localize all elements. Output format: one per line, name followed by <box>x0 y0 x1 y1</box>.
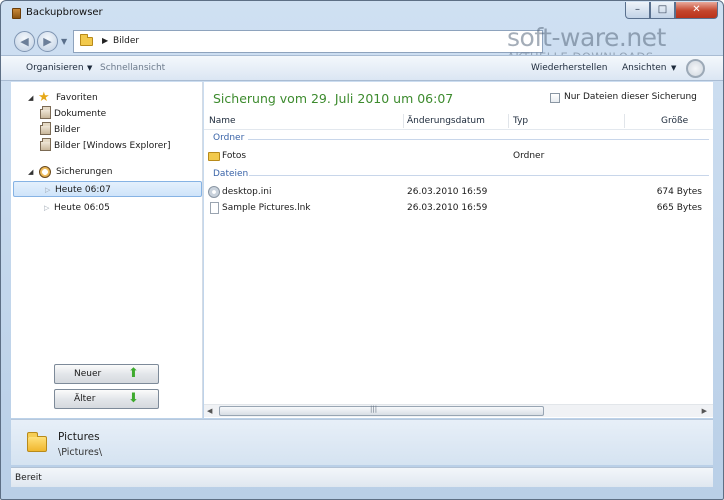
tree-item-pictures-explorer[interactable]: Bilder [Windows Explorer] <box>11 138 200 154</box>
tree-label: Sicherungen <box>56 167 113 177</box>
library-icon <box>40 138 51 151</box>
file-icon <box>210 202 219 214</box>
expand-icon[interactable]: ▷ <box>45 186 50 194</box>
tree-item-documents[interactable]: Dokumente <box>11 106 200 122</box>
cell-name: desktop.ini <box>222 187 272 197</box>
tree-backups[interactable]: ◢ Sicherungen <box>11 164 200 180</box>
command-toolbar: Organisieren ▼ Schnellansicht Wiederhers… <box>1 55 723 81</box>
button-label: Älter <box>74 394 96 404</box>
cell-name: Fotos <box>222 151 247 161</box>
details-pane: Pictures \Pictures\ <box>11 419 713 465</box>
minimize-button[interactable]: – <box>625 2 650 19</box>
arrow-down-icon: ⬇ <box>128 391 139 406</box>
organize-chevron-down-icon[interactable]: ▼ <box>87 64 92 72</box>
only-this-backup-checkbox[interactable] <box>550 93 560 103</box>
app-icon <box>12 8 21 19</box>
cell-size: 674 Bytes <box>656 187 702 197</box>
horizontal-scrollbar[interactable]: ◀ ||| ▶ <box>204 404 713 417</box>
column-header-modified[interactable]: Änderungsdatum <box>407 116 485 126</box>
content-pane: Sicherung vom 29. Juli 2010 um 06:07 Nur… <box>204 82 713 418</box>
button-label: Neuer <box>74 369 102 379</box>
breadcrumb-item[interactable]: Bilder <box>113 36 139 46</box>
cell-type: Ordner <box>513 151 545 161</box>
tree-label: Bilder [Windows Explorer] <box>54 141 171 151</box>
column-header-size[interactable]: Größe <box>661 116 688 126</box>
title-bar: Backupbrowser – □ ✕ <box>1 1 723 27</box>
cell-name: Sample Pictures.lnk <box>222 203 311 213</box>
collapse-icon[interactable]: ◢ <box>28 94 33 102</box>
backup-title: Sicherung vom 29. Juli 2010 um 06:07 <box>213 91 454 106</box>
arrow-up-icon: ⬆ <box>128 366 139 381</box>
library-icon <box>40 122 51 135</box>
settings-file-icon <box>208 186 220 198</box>
library-icon <box>40 106 51 119</box>
tree-label: Heute 06:07 <box>55 185 111 195</box>
group-divider <box>248 139 709 140</box>
grip-icon: ||| <box>370 405 378 413</box>
folder-icon <box>208 152 220 161</box>
star-icon: ★ <box>38 90 50 105</box>
cell-size: 665 Bytes <box>656 203 702 213</box>
group-header-folders[interactable]: Ordner <box>213 133 244 143</box>
newer-backup-button[interactable]: Neuer ⬆ <box>54 364 159 384</box>
help-icon[interactable] <box>686 59 705 78</box>
column-header-name[interactable]: Name <box>209 116 236 126</box>
tree-label: Favoriten <box>56 93 98 103</box>
address-bar[interactable]: ▶ Bilder <box>73 30 543 53</box>
tree-label: Bilder <box>54 125 81 135</box>
group-divider <box>249 175 709 176</box>
restore-button[interactable]: Wiederherstellen <box>531 63 607 73</box>
folder-icon <box>27 432 47 452</box>
app-window: Backupbrowser – □ ✕ ◀ ▶ ▼ ▶ Bilder soft-… <box>0 0 724 500</box>
column-header-row: Name Änderungsdatum Typ Größe <box>204 112 713 130</box>
cell-modified: 26.03.2010 16:59 <box>407 203 488 213</box>
details-path: \Pictures\ <box>58 447 103 458</box>
scrollbar-thumb[interactable]: ||| <box>219 405 544 416</box>
tree-favorites[interactable]: ◢ ★ Favoriten <box>11 90 200 106</box>
organize-menu[interactable]: Organisieren <box>26 63 84 73</box>
window-title: Backupbrowser <box>26 7 103 18</box>
address-row: ◀ ▶ ▼ ▶ Bilder <box>1 27 723 55</box>
group-header-files[interactable]: Dateien <box>213 169 248 179</box>
back-button[interactable]: ◀ <box>14 31 35 52</box>
scroll-right-icon[interactable]: ▶ <box>702 407 707 415</box>
details-name: Pictures <box>58 431 100 443</box>
tree-item-backup-0607[interactable]: ▷ Heute 06:07 <box>13 181 202 197</box>
window-controls: – □ ✕ <box>625 2 718 19</box>
tree-item-backup-0605[interactable]: ▷ Heute 06:05 <box>11 200 200 216</box>
column-divider[interactable] <box>508 114 509 128</box>
status-text: Bereit <box>15 473 42 483</box>
close-button[interactable]: ✕ <box>675 2 718 19</box>
tree-label: Dokumente <box>54 109 107 119</box>
table-row[interactable]: Fotos Ordner <box>204 148 713 164</box>
scroll-left-icon[interactable]: ◀ <box>207 407 212 415</box>
quickview-button[interactable]: Schnellansicht <box>100 63 165 73</box>
only-this-backup-label[interactable]: Nur Dateien dieser Sicherung <box>564 92 697 102</box>
table-row[interactable]: desktop.ini 26.03.2010 16:59 674 Bytes <box>204 184 713 200</box>
maximize-button[interactable]: □ <box>650 2 675 19</box>
older-backup-button[interactable]: Älter ⬇ <box>54 389 159 409</box>
column-header-type[interactable]: Typ <box>513 116 528 126</box>
table-row[interactable]: Sample Pictures.lnk 26.03.2010 16:59 665… <box>204 200 713 216</box>
status-bar: Bereit <box>11 467 713 487</box>
column-divider[interactable] <box>624 114 625 128</box>
cell-modified: 26.03.2010 16:59 <box>407 187 488 197</box>
tree-item-pictures[interactable]: Bilder <box>11 122 200 138</box>
column-divider[interactable] <box>403 114 404 128</box>
expand-icon[interactable]: ▷ <box>44 204 49 212</box>
collapse-icon[interactable]: ◢ <box>28 168 33 176</box>
breadcrumb-separator-icon[interactable]: ▶ <box>102 36 108 45</box>
forward-button[interactable]: ▶ <box>37 31 58 52</box>
history-dropdown-icon[interactable]: ▼ <box>61 37 67 46</box>
views-chevron-down-icon[interactable]: ▼ <box>671 64 676 72</box>
views-menu[interactable]: Ansichten <box>622 63 666 73</box>
backup-clock-icon <box>39 166 51 178</box>
tree-label: Heute 06:05 <box>54 203 110 213</box>
folder-icon <box>80 34 93 46</box>
